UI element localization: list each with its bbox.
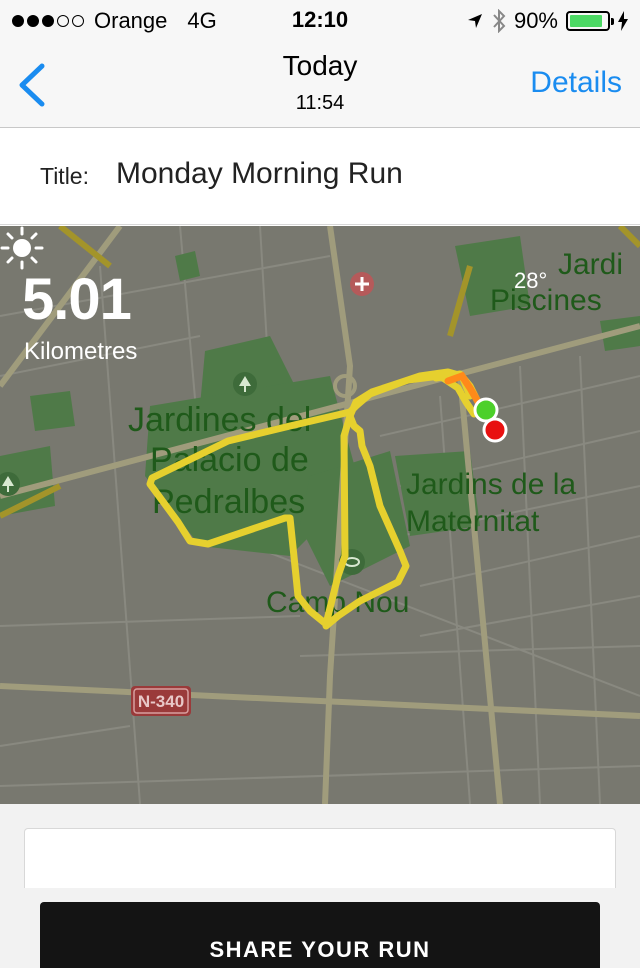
battery-level-fill — [570, 15, 603, 27]
notes-field[interactable] — [24, 828, 616, 888]
share-run-button[interactable]: SHARE YOUR RUN — [40, 902, 600, 968]
label-jardines-line2: Palacio de — [150, 441, 309, 479]
road-shield-label: N-340 — [138, 692, 184, 711]
location-arrow-icon — [467, 14, 482, 28]
navigation-bar: Today 11:54 Details — [0, 40, 640, 128]
label-maternitat-line1: Jardins de la — [406, 468, 576, 501]
temperature-value: 28° — [514, 268, 548, 293]
run-title-field[interactable]: Monday Morning Run — [116, 157, 403, 191]
label-jardi: Jardi — [558, 248, 623, 281]
route-end-marker — [482, 417, 508, 443]
distance-unit: Kilometres — [24, 338, 138, 365]
run-title-row[interactable]: Title: Monday Morning Run — [0, 129, 640, 225]
route-map[interactable]: N-340 Jardines del Palacio de Pedralbes … — [0, 226, 640, 804]
details-button[interactable]: Details — [530, 66, 622, 100]
road-shield-n340: N-340 — [131, 686, 191, 716]
label-maternitat-line2: Maternitat — [406, 505, 540, 538]
distance-value: 5.01 — [22, 267, 132, 332]
park-tree-icon — [233, 372, 257, 396]
charging-bolt-icon — [618, 11, 628, 31]
status-bar: Orange 4G 12:10 90% — [0, 0, 640, 40]
title-label: Title: — [40, 163, 89, 189]
battery-percent: 90% — [513, 8, 558, 33]
battery-icon — [566, 11, 614, 31]
label-jardines-line1: Jardines del — [128, 401, 311, 439]
status-right: 90% — [466, 8, 628, 34]
sun-icon — [0, 226, 44, 270]
bluetooth-icon — [493, 9, 506, 33]
